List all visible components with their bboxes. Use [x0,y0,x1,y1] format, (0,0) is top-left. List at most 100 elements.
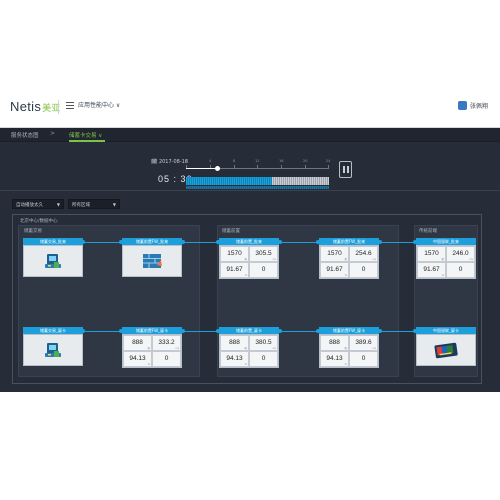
metric-value: 246.0 [452,250,469,257]
metric-value: 305.5 [255,250,272,257]
node-savings-trade-b[interactable]: 储蓄交易_厦卡 [23,327,83,366]
node-body [416,334,476,366]
metric-unit: ms [175,347,179,350]
metric-unit: 笔 [344,258,347,261]
node-savings-front-a[interactable]: 储蓄前置_批来 1570 笔 305.5 ms 91.67% 0 [219,238,279,279]
node-savings-fw-d[interactable]: 储蓄前置FW_厦卡 888 笔 389.6 ms 94.13% 0 [319,327,379,368]
terminal-icon [45,343,61,357]
metric-value: 0 [361,266,366,273]
metric-value: 91.67 [423,266,440,273]
metric-errors: 0 [249,351,278,367]
timeline-tick [257,165,258,168]
metric-value: 0 [261,266,266,273]
metric-unit: ms [372,347,376,350]
node-title: 储蓄前置FW_厦卡 [319,327,379,334]
connection-line [281,242,319,243]
metric-value: 91.67 [226,266,243,273]
metric-unit: ms [272,258,276,261]
tick-label: 16 [279,159,284,163]
firewall-icon [143,254,162,268]
metric-unit: 笔 [147,347,150,350]
node-unionpay-a[interactable]: 中国银联_批来 1570 笔 246.0 ms 91.67% 0 [416,238,476,279]
metric-value: 1570 [424,250,439,257]
node-metrics: 1570 笔 246.0 ms 91.67% 0 [416,245,476,279]
terminal-icon [45,254,61,268]
logo[interactable]: Netis美亚 [10,99,61,114]
metric-response: 380.5 ms [249,335,278,351]
node-unionpay-b[interactable]: 中国银联_厦卡 [416,327,476,366]
divider [58,100,59,114]
chevron-down-icon: ▼ [112,202,116,207]
connection-line [84,331,122,332]
metric-unit: 笔 [244,258,247,261]
metric-unit: 笔 [441,258,444,261]
node-savings-fw-c[interactable]: 储蓄前置FW_厦卡 888 笔 333.2 ms 94.13% 0 [122,327,182,368]
tick-label: 12 [255,159,260,163]
app-window: Netis美亚 应用性能中心 ∨ 张佩翔 服务状态图 > 储蓄卡交易 ∨ 🗓 2… [0,87,500,392]
metric-count: 888 笔 [320,335,349,351]
pause-icon-bar [347,166,349,173]
node-savings-trade-a[interactable]: 储蓄交易_批来 [23,238,83,277]
playback-select-value: 自动播放太久 [16,203,43,208]
metric-value: 389.6 [355,339,372,346]
region-select[interactable]: 所有区域 ▼ [68,199,120,209]
metric-value: 0 [458,266,463,273]
breadcrumb-item-current[interactable]: 储蓄卡交易 ∨ [69,131,102,139]
metric-value: 94.13 [129,355,146,362]
timeline-date[interactable]: 🗓 2017-08-18 [151,159,188,165]
node-savings-front-b[interactable]: 储蓄前置_厦卡 888 笔 380.5 ms 94.13% 0 [219,327,279,368]
metric-success-rate: 91.67% [220,262,249,278]
node-metrics: 1570 笔 305.5 ms 91.67% 0 [219,245,279,279]
metric-unit: ms [469,258,473,261]
metric-count: 1570 笔 [320,246,349,262]
node-title: 储蓄交易_批来 [23,238,83,245]
user-menu[interactable]: 张佩翔 [457,101,488,110]
metric-response: 254.6 ms [349,246,378,262]
app-menu-dropdown[interactable]: 应用性能中心 ∨ [78,100,120,109]
timeline-slider-handle[interactable] [215,166,220,171]
metric-unit: % [147,363,150,366]
node-body [23,245,83,277]
metric-count: 1570 笔 [417,246,446,262]
playback-select[interactable]: 自动播放太久 ▼ [12,199,64,209]
connection-line [184,242,218,243]
metric-count: 888 笔 [123,335,152,351]
node-savings-fw-b[interactable]: 储蓄前置FW_批来 1570 笔 254.6 ms 91.67% 0 [319,238,379,279]
logo-text: Netis [10,99,42,114]
top-bar: Netis美亚 应用性能中心 ∨ 张佩翔 [0,87,500,128]
metric-unit: % [344,363,347,366]
node-savings-fw-a[interactable]: 储蓄前置FW_批来 [122,238,182,277]
avatar-icon [457,101,467,110]
breadcrumb: 服务状态图 > 储蓄卡交易 ∨ [0,128,500,142]
node-title: 储蓄前置_批来 [219,238,279,245]
timeline-tick [305,165,306,168]
node-metrics: 1570 笔 254.6 ms 91.67% 0 [319,245,379,279]
menu-icon[interactable] [66,102,74,109]
metric-value: 91.67 [326,266,343,273]
pause-button[interactable] [339,161,352,178]
metric-response: 389.6 ms [349,335,378,351]
metric-unit: % [244,274,247,277]
metric-errors: 0 [152,351,181,367]
activity-bar-secondary [186,186,329,189]
node-title: 中国银联_批来 [416,238,476,245]
pause-icon [343,166,345,173]
metric-success-rate: 94.13% [220,351,249,367]
metric-success-rate: 91.67% [417,262,446,278]
connection-line [381,242,416,243]
metric-value: 0 [164,355,169,362]
node-metrics: 888 笔 333.2 ms 94.13% 0 [122,334,182,368]
region-select-value: 所有区域 [72,203,90,208]
node-title: 储蓄前置_厦卡 [219,327,279,334]
metric-unit: 笔 [244,347,247,350]
metric-unit: ms [372,258,376,261]
column-title: 储蓄前置 [222,229,240,234]
metric-response: 333.2 ms [152,335,181,351]
metric-value: 94.13 [326,355,343,362]
metric-value: 94.13 [226,355,243,362]
node-metrics: 888 笔 380.5 ms 94.13% 0 [219,334,279,368]
metric-errors: 0 [349,351,378,367]
timeline-tick [234,165,235,168]
chevron-down-icon: ▼ [56,202,60,207]
breadcrumb-item-service-map[interactable]: 服务状态图 [11,131,39,139]
